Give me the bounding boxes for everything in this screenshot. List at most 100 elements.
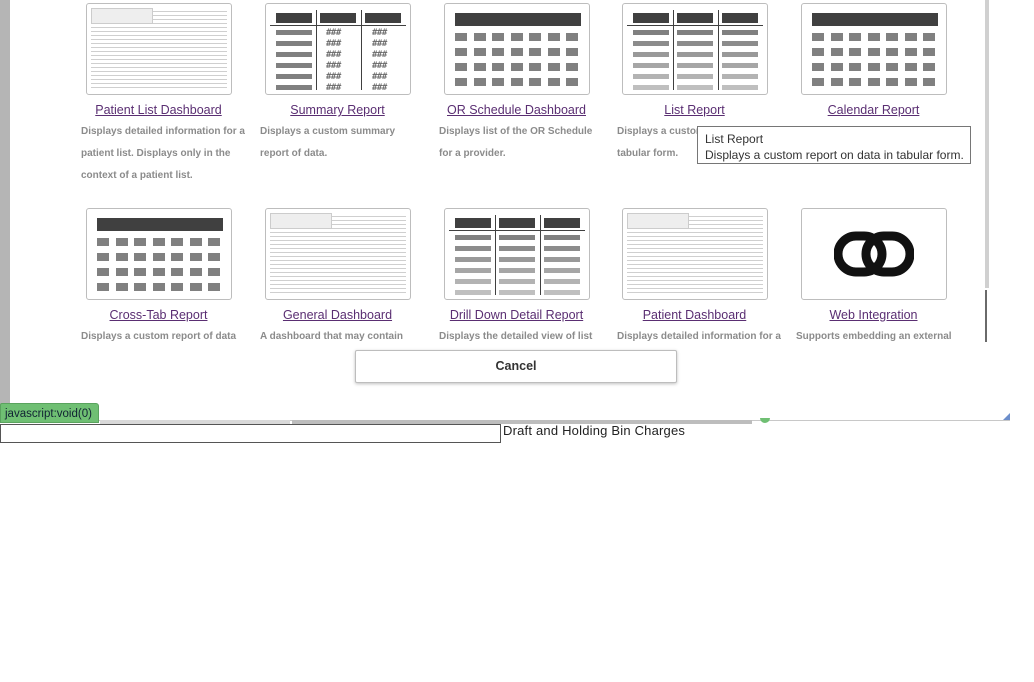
text-input[interactable] [0,424,501,443]
card-title-link[interactable]: Drill Down Detail Report [429,308,604,322]
table-row-bar [499,257,535,262]
grid-thumbnail[interactable] [801,3,947,95]
grid-cell [566,33,578,41]
table-divider [673,10,674,90]
grid-cell [473,48,486,56]
table-row-bar [633,30,669,35]
grid-cell [849,48,861,56]
grid-cell [152,253,165,261]
grid-cell [473,63,486,71]
table-row-bar [499,235,535,240]
grid-cell [171,253,183,261]
card-title-link[interactable]: Patient List Dashboard [71,103,246,117]
scrollbar-track[interactable] [985,290,987,342]
card-web-integration: Web Integration Supports embedding an ex… [786,208,961,342]
grid-cell [510,33,523,41]
vertical-scrollbar[interactable] [985,0,989,288]
table-row-bar [276,30,312,35]
hash-placeholder: ### [326,61,341,71]
grid-cell [886,78,898,86]
grid-cell [867,33,880,41]
grid-thumbnail[interactable] [86,208,232,300]
grid-cell [812,63,824,71]
grid-cell [547,48,560,56]
grid-cell [115,268,128,276]
hash-placeholder: ### [372,61,387,71]
table-divider [316,10,317,90]
card-title-link[interactable]: Web Integration [786,308,961,322]
dashboard-screenshot-thumbnail[interactable] [86,3,232,95]
summary-table-thumbnail[interactable]: ### ### ### ### ### ### ### ### ### ### … [265,3,411,95]
card-title-link[interactable]: General Dashboard [250,308,425,322]
cancel-button[interactable]: Cancel [355,350,677,383]
grid-cell [923,48,935,56]
grid-cell [830,33,843,41]
card-summary-report: ### ### ### ### ### ### ### ### ### ### … [250,3,425,165]
table-row-bar [677,63,713,68]
grid-cell [189,238,202,246]
grid-cell [208,238,220,246]
grid-cell [492,33,504,41]
dashboard-screenshot-thumbnail[interactable] [622,208,768,300]
grid-header-bar [455,13,581,26]
grid-cell [134,268,146,276]
grid-cell [473,78,486,86]
card-calendar-report: Calendar Report [786,3,961,117]
grid-cell [208,268,220,276]
table-row-bar [499,279,535,284]
card-title-link[interactable]: Cross-Tab Report [71,308,246,322]
background-left-strip [0,0,10,420]
card-title-link[interactable]: List Report [607,103,782,117]
table-row-bar [276,41,312,46]
card-title-link[interactable]: OR Schedule Dashboard [429,103,604,117]
grid-cell [134,283,146,291]
grid-cell [566,63,578,71]
hash-placeholder: ### [326,72,341,82]
grid-cell [171,283,183,291]
grid-cell [830,48,843,56]
dashboard-screenshot-thumbnail[interactable] [265,208,411,300]
card-patient-list-dashboard: Patient List Dashboard Displays detailed… [71,3,246,187]
tooltip-text: Displays a custom report on data in tabu… [705,148,964,162]
table-row-bar [276,85,312,90]
table-row-bar [455,235,491,240]
hash-placeholder: ### [326,50,341,60]
draft-holding-bin-label: Draft and Holding Bin Charges [503,423,686,438]
grid-cell [152,283,165,291]
table-header-bar [544,218,580,228]
hash-placeholder: ### [372,50,387,60]
grid-cell [455,63,467,71]
dashboard-preview-image [91,8,227,90]
table-row-bar [722,52,758,57]
grid-cell [830,78,843,86]
hash-placeholder: ### [326,39,341,49]
card-title-link[interactable]: Patient Dashboard [607,308,782,322]
table-header-bar [722,13,758,23]
list-table-thumbnail[interactable] [444,208,590,300]
table-row-bar [544,268,580,273]
grid-cell [171,238,183,246]
grid-cell [529,48,541,56]
table-divider [540,215,541,295]
web-integration-thumbnail[interactable] [801,208,947,300]
grid-cell [529,33,541,41]
list-report-tooltip: List Report Displays a custom report on … [697,126,971,164]
grid-cell [867,63,880,71]
grid-cell [812,78,824,86]
resize-grip-icon[interactable] [1003,413,1010,420]
card-drill-down-detail-report: Drill Down Detail Report Displays the de… [429,208,604,342]
grid-thumbnail[interactable] [444,3,590,95]
table-row-bar [677,30,713,35]
grid-cell [904,78,917,86]
grid-cell [904,63,917,71]
card-title-link[interactable]: Calendar Report [786,103,961,117]
list-table-thumbnail[interactable] [622,3,768,95]
hash-placeholder: ### [326,28,341,38]
table-row-bar [544,279,580,284]
card-title-link[interactable]: Summary Report [250,103,425,117]
table-row-bar [633,52,669,57]
card-description: Displays the detailed view of list [439,331,593,342]
grid-cell [923,63,935,71]
grid-cell [812,33,824,41]
grid-header-bar [812,13,938,26]
